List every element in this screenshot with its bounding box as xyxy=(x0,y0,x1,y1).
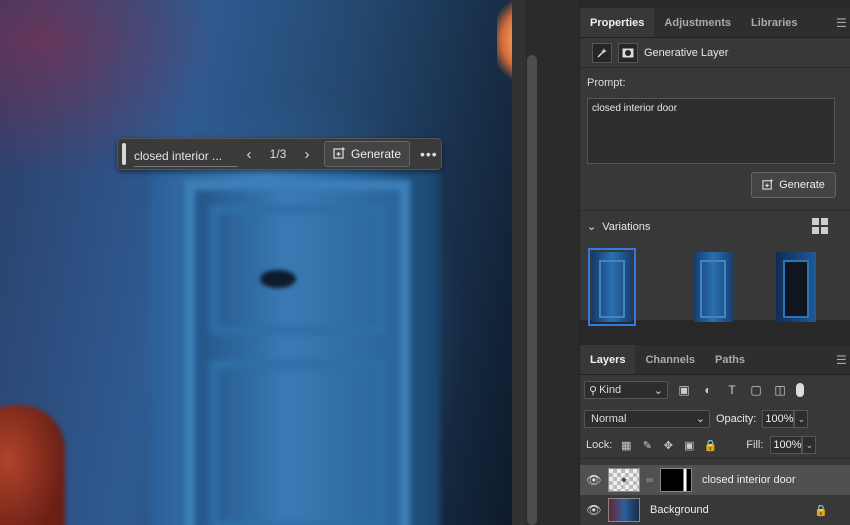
kind-filter-select[interactable]: ⚲ Kind ⌄ xyxy=(584,381,668,399)
grid-view-icon[interactable] xyxy=(812,218,828,234)
taskbar-generate-button[interactable]: Generate xyxy=(324,141,410,167)
layer-type-row: Generative Layer xyxy=(580,38,850,68)
lock-position-icon[interactable]: ✥ xyxy=(661,439,675,452)
variation-thumbnail-3[interactable] xyxy=(776,252,816,322)
contextual-task-bar: closed interior ... ‹ 1/3 › Generate ••• xyxy=(117,138,442,170)
opacity-label: Opacity: xyxy=(716,412,757,425)
prompt-label: Prompt: xyxy=(587,77,626,89)
generate-icon xyxy=(333,146,346,162)
lamp-light xyxy=(497,0,512,90)
red-chair xyxy=(0,405,65,525)
chevron-right-icon[interactable]: › xyxy=(296,146,318,163)
chevron-down-icon: ⌄ xyxy=(653,384,663,397)
variation-thumbnail-1[interactable] xyxy=(588,248,636,326)
tab-paths[interactable]: Paths xyxy=(705,345,755,374)
taskbar-prompt-field[interactable]: closed interior ... xyxy=(134,141,238,167)
prompt-textarea[interactable]: closed interior door xyxy=(587,98,835,164)
fill-label: Fill: xyxy=(746,439,764,451)
blend-row: Normal ⌄ Opacity: 100% ⌄ xyxy=(580,405,850,432)
tab-adjustments[interactable]: Adjustments xyxy=(654,8,741,37)
filter-toggle[interactable] xyxy=(796,383,804,397)
eye-icon[interactable]: 👁 xyxy=(586,503,602,517)
adjustment-filter-icon[interactable]: ◐ xyxy=(700,383,716,397)
kind-label: Kind xyxy=(599,384,622,396)
smart-object-filter-icon[interactable]: ◫ xyxy=(772,383,788,397)
layer-type-label: Generative Layer xyxy=(644,46,729,59)
shape-filter-icon[interactable]: ▢ xyxy=(748,383,764,397)
lock-all-icon[interactable]: 🔒 xyxy=(703,439,717,452)
door-lower-inset xyxy=(210,360,385,525)
lock-icon: 🔒 xyxy=(814,504,828,517)
chevron-down-icon: ⌄ xyxy=(587,221,597,233)
tab-layers[interactable]: Layers xyxy=(580,345,636,374)
generate-label: Generate xyxy=(779,179,825,191)
fill-field[interactable]: 100% xyxy=(770,436,803,454)
lock-transparency-icon[interactable]: ▦ xyxy=(619,439,633,452)
variation-counter: 1/3 xyxy=(269,147,287,161)
layer-name: Background xyxy=(650,504,709,516)
layer-row[interactable]: 👁 Background 🔒 xyxy=(580,495,850,525)
layer-row[interactable]: 👁 ✦ ∞ closed interior door xyxy=(580,465,850,495)
generate-button[interactable]: Generate xyxy=(751,172,836,198)
panel-menu-icon[interactable]: ☰ xyxy=(836,8,850,37)
chevron-down-icon[interactable]: ⌄ xyxy=(794,409,809,428)
blend-mode-select[interactable]: Normal ⌄ xyxy=(584,409,710,428)
link-icon[interactable]: ∞ xyxy=(646,475,654,486)
generative-layer-icon xyxy=(592,42,612,63)
properties-panel: Properties Adjustments Libraries ☰ Gener… xyxy=(580,8,850,326)
layer-name: closed interior door xyxy=(702,474,796,486)
layer-filter-row: ⚲ Kind ⌄ ▣ ◐ T ▢ ◫ xyxy=(580,375,850,405)
drag-handle[interactable] xyxy=(122,143,126,165)
image-filter-icon[interactable]: ▣ xyxy=(676,383,692,397)
canvas-divider xyxy=(512,0,526,525)
properties-tabs: Properties Adjustments Libraries ☰ xyxy=(580,8,850,38)
door-upper-inset xyxy=(210,205,385,335)
document-canvas[interactable]: closed interior ... ‹ 1/3 › Generate ••• xyxy=(0,0,512,525)
section-divider xyxy=(580,210,850,211)
layers-panel: Layers Channels Paths ☰ ⚲ Kind ⌄ ▣ ◐ T ▢… xyxy=(580,345,850,525)
tab-properties[interactable]: Properties xyxy=(580,8,655,37)
layer-thumbnail xyxy=(608,498,640,522)
lock-artboard-icon[interactable]: ▣ xyxy=(682,439,696,452)
layer-thumbnail: ✦ xyxy=(608,468,640,492)
layer-mask-icon xyxy=(618,42,638,63)
variation-thumbnail-2[interactable] xyxy=(693,252,733,322)
chevron-left-icon[interactable]: ‹ xyxy=(238,146,260,163)
variations-header[interactable]: ⌄ Variations xyxy=(587,220,651,234)
lock-image-icon[interactable]: ✎ xyxy=(640,439,654,452)
chevron-down-icon: ⌄ xyxy=(695,412,705,425)
generate-icon xyxy=(762,177,774,193)
chevron-down-icon[interactable]: ⌄ xyxy=(802,436,817,454)
type-filter-icon[interactable]: T xyxy=(724,383,740,397)
opacity-field[interactable]: 100% xyxy=(762,409,795,428)
lock-label: Lock: xyxy=(586,439,613,451)
mask-thumbnail[interactable] xyxy=(660,468,692,492)
tab-channels[interactable]: Channels xyxy=(635,345,705,374)
door-peephole xyxy=(260,270,296,288)
blend-mode-value: Normal xyxy=(591,412,627,425)
tab-libraries[interactable]: Libraries xyxy=(741,8,807,37)
eye-icon[interactable]: 👁 xyxy=(586,473,602,487)
panel-menu-icon[interactable]: ☰ xyxy=(836,345,850,374)
search-icon: ⚲ xyxy=(589,384,598,397)
layers-tabs: Layers Channels Paths ☰ xyxy=(580,345,850,375)
lock-row: Lock: ▦ ✎ ✥ ▣ 🔒 Fill: 100% ⌄ xyxy=(580,432,850,459)
more-options-icon[interactable]: ••• xyxy=(420,146,438,162)
variations-label: Variations xyxy=(602,220,651,233)
canvas-scrollbar[interactable] xyxy=(527,55,537,525)
generate-label: Generate xyxy=(350,147,402,161)
